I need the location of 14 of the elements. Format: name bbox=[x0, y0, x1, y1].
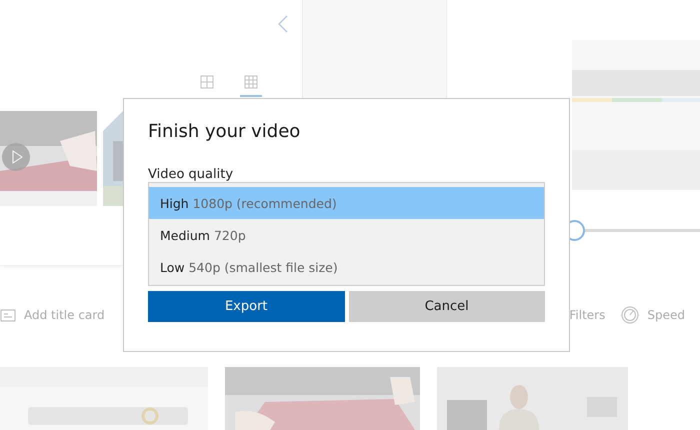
quality-option[interactable]: Medium 720p bbox=[149, 219, 544, 251]
grid-icon bbox=[244, 75, 258, 89]
speed-icon bbox=[621, 306, 640, 324]
grid-icon bbox=[200, 75, 214, 89]
back-chevron-icon[interactable] bbox=[278, 15, 288, 33]
title-card-icon bbox=[0, 308, 16, 322]
field-label: Video quality bbox=[148, 167, 234, 182]
quality-list[interactable]: High 1080p (recommended) Medium 720p Low 540p (smallest file size) bbox=[148, 182, 545, 286]
play-icon[interactable] bbox=[2, 143, 30, 171]
quality-option[interactable]: Low 540p (smallest file size) bbox=[149, 251, 544, 283]
cancel-button[interactable]: Cancel bbox=[348, 291, 545, 322]
quality-option[interactable]: High 1080p (recommended) bbox=[149, 187, 544, 219]
dialog-title: Finish your video bbox=[148, 121, 302, 142]
export-button[interactable]: Export bbox=[148, 291, 344, 322]
